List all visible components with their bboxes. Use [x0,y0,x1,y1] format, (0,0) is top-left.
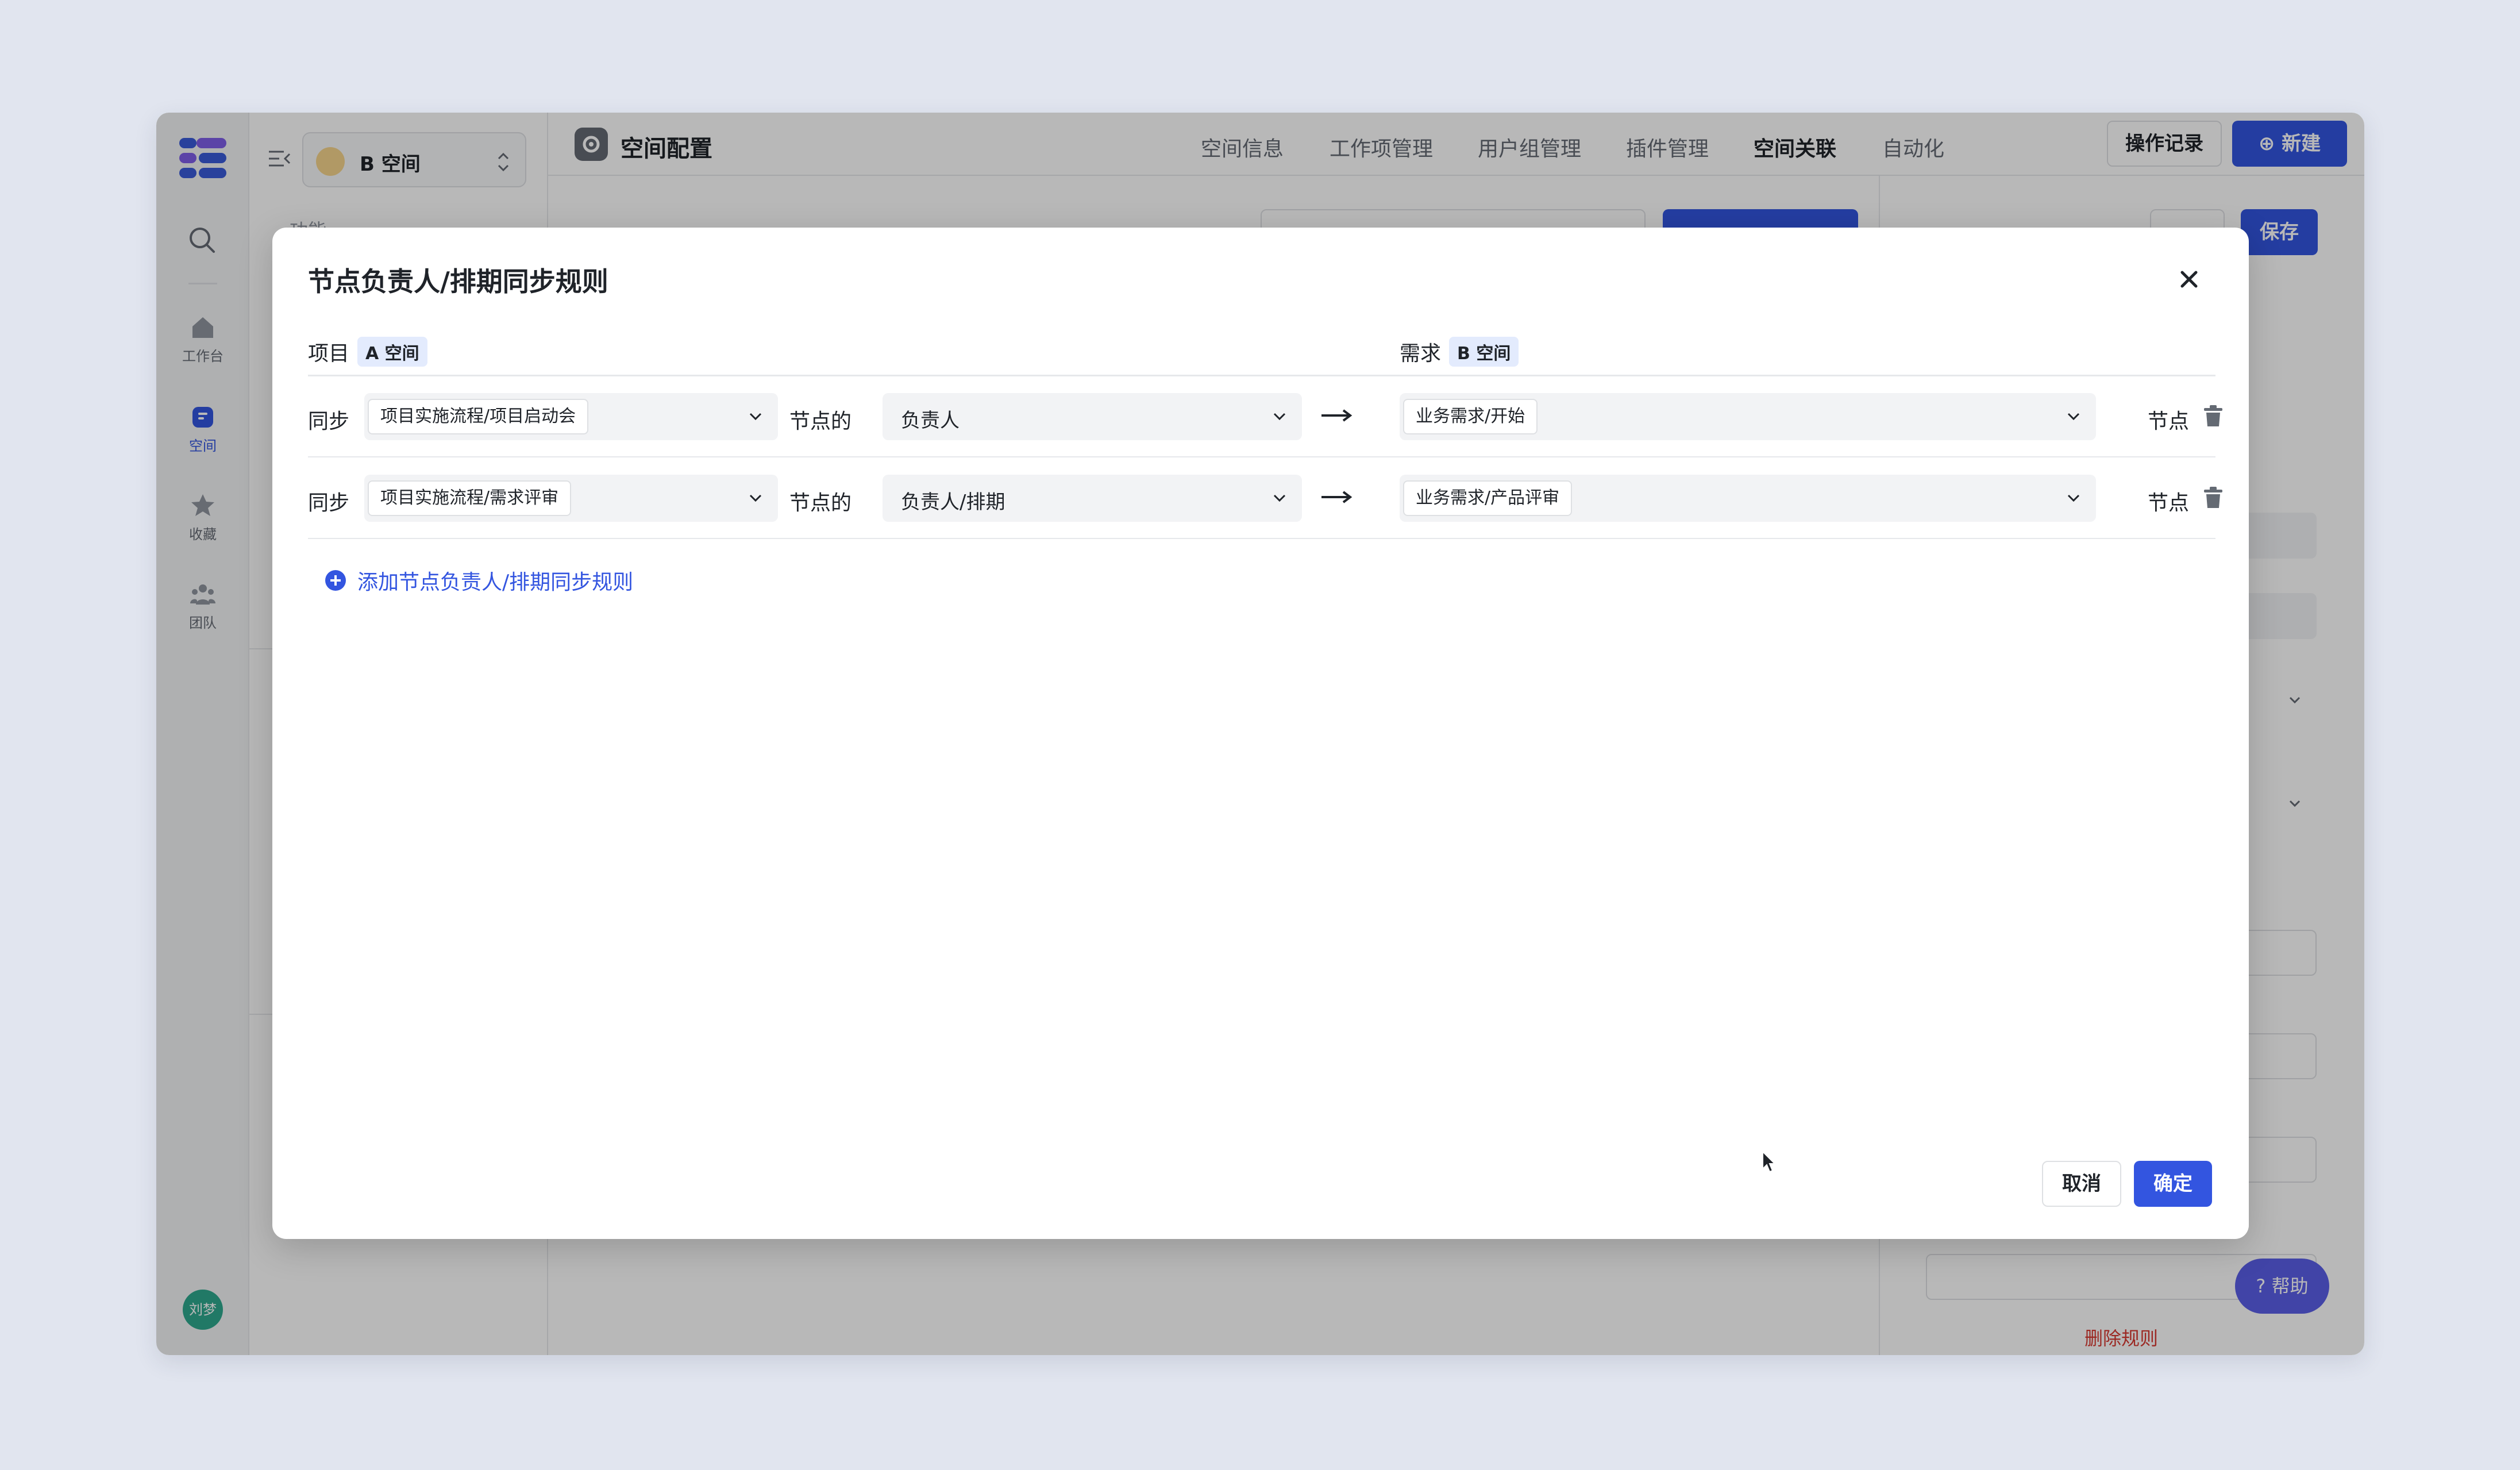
chevron-down-icon [1273,494,1286,502]
node-of-label: 节点的 [789,410,852,433]
source-column-header: 项目 A 空间 [308,337,427,367]
source-node-tag: 项目实施流程/需求评审 [368,480,572,516]
target-type-label: 需求 [1400,342,1442,365]
target-node-tag: 业务需求/开始 [1403,399,1538,434]
sync-rule-row: 同步 项目实施流程/项目启动会 节点的 负责人 业务需求/开始 节点 [308,376,2222,457]
chevron-down-icon [749,494,762,502]
cancel-button[interactable]: 取消 [2042,1161,2121,1207]
node-label: 节点 [2148,410,2190,433]
mouse-cursor-icon [1762,1150,1777,1173]
field-select[interactable]: 负责人 [883,393,1302,440]
source-space-tag: A 空间 [357,337,427,367]
target-node-select[interactable]: 业务需求/产品评审 [1400,475,2096,522]
chevron-down-icon [2067,413,2080,421]
target-node-tag: 业务需求/产品评审 [1403,480,1573,516]
target-column-header: 需求 B 空间 [1400,337,1519,367]
dialog-title: 节点负责人/排期同步规则 [308,266,608,297]
confirm-button[interactable]: 确定 [2134,1161,2212,1207]
plus-circle-icon [325,570,346,591]
source-node-tag: 项目实施流程/项目启动会 [368,399,589,434]
field-value: 负责人 [901,409,960,432]
sync-rule-dialog: 节点负责人/排期同步规则 项目 A 空间 需求 B 空间 同步 项目实施流程/项… [272,228,2249,1239]
arrow-right-icon [1321,491,1353,503]
trash-icon[interactable] [2202,485,2225,510]
sync-rule-row: 同步 项目实施流程/需求评审 节点的 负责人/排期 业务需求/产品评审 节点 [308,457,2222,539]
target-node-select[interactable]: 业务需求/开始 [1400,393,2096,440]
chevron-down-icon [749,413,762,421]
target-space-tag: B 空间 [1449,337,1519,367]
field-value: 负责人/排期 [901,491,1005,514]
sync-label: 同步 [308,410,350,433]
add-rule-label: 添加节点负责人/排期同步规则 [357,571,634,594]
close-icon[interactable] [2175,265,2203,293]
chevron-down-icon [2067,494,2080,502]
node-of-label: 节点的 [789,491,852,515]
source-type-label: 项目 [308,342,350,365]
source-node-select[interactable]: 项目实施流程/项目启动会 [364,393,778,440]
source-node-select[interactable]: 项目实施流程/需求评审 [364,475,778,522]
chevron-down-icon [1273,413,1286,421]
trash-icon[interactable] [2202,403,2225,429]
sync-label: 同步 [308,491,350,515]
add-rule-button[interactable]: 添加节点负责人/排期同步规则 [324,565,633,595]
node-label: 节点 [2148,491,2190,515]
arrow-right-icon [1321,409,1353,422]
field-select[interactable]: 负责人/排期 [883,475,1302,522]
